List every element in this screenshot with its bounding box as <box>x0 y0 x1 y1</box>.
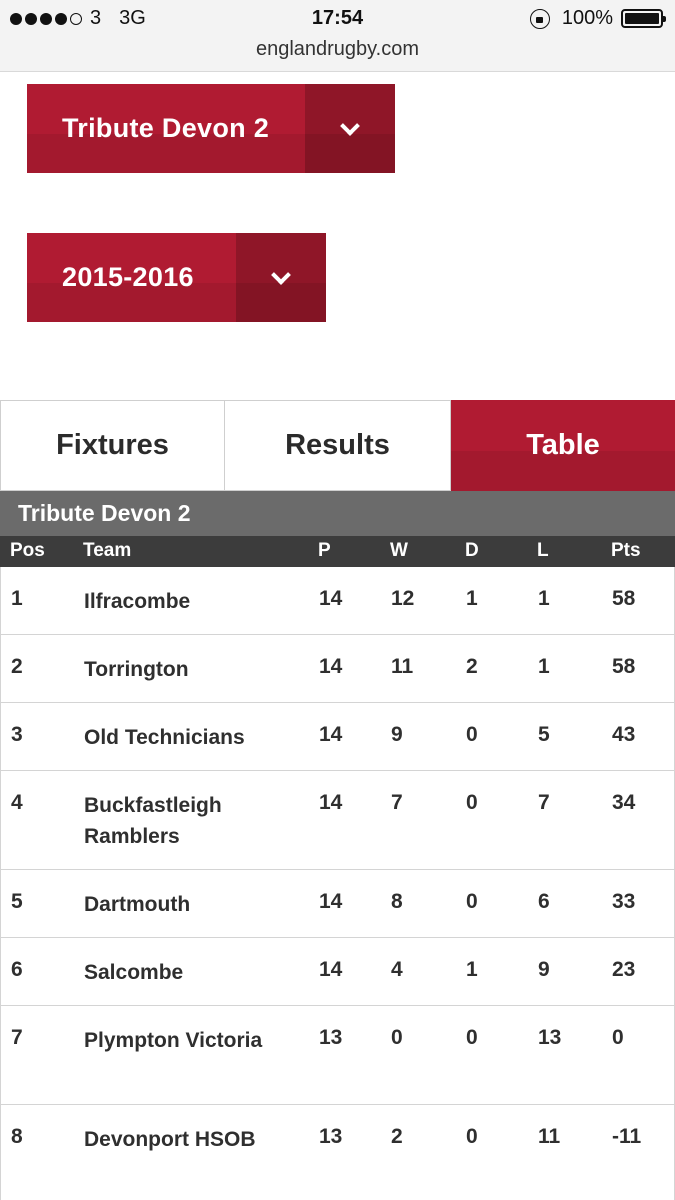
chevron-down-icon <box>340 115 360 136</box>
chevron-down-icon <box>271 264 291 285</box>
season-dropdown-value: 2015-2016 <box>62 262 194 292</box>
league-dropdown-value: Tribute Devon 2 <box>62 113 270 143</box>
tab-results[interactable]: Results <box>225 400 451 491</box>
header-points: Pts <box>611 540 641 561</box>
status-bar: 3 3G 17:54 100% englandrugby.com <box>0 0 675 72</box>
cell-points: 23 <box>612 958 636 981</box>
cell-lost: 11 <box>538 1125 561 1148</box>
cell-played: 13 <box>319 1125 343 1148</box>
cell-pos: 7 <box>11 1026 23 1049</box>
cell-pos: 6 <box>11 958 23 981</box>
cell-lost: 5 <box>538 723 550 746</box>
header-won: W <box>390 540 408 561</box>
cell-team: Dartmouth <box>84 893 191 916</box>
cell-won: 0 <box>391 1026 403 1049</box>
cell-drawn: 0 <box>466 723 478 746</box>
table-row: 1 Ilfracombe 14 12 1 1 58 <box>0 567 675 635</box>
cell-points: 43 <box>612 723 636 746</box>
cell-lost: 7 <box>538 791 550 814</box>
cell-pos: 8 <box>11 1125 23 1148</box>
header-pos: Pos <box>10 540 45 561</box>
cell-won: 4 <box>391 958 403 981</box>
cell-points: 58 <box>612 587 636 610</box>
league-title: Tribute Devon 2 <box>18 500 191 526</box>
tab-table[interactable]: Table <box>451 400 675 491</box>
cell-won: 8 <box>391 890 403 913</box>
cell-team: Buckfastleigh Ramblers <box>84 794 222 848</box>
cell-drawn: 0 <box>466 791 478 814</box>
cell-pos: 2 <box>11 655 23 678</box>
league-title-bar: Tribute Devon 2 <box>0 491 675 536</box>
league-dropdown-toggle[interactable] <box>305 84 395 173</box>
url-bar[interactable]: englandrugby.com <box>0 38 675 61</box>
cell-team: Old Technicians <box>84 726 245 749</box>
cell-won: 9 <box>391 723 403 746</box>
cell-won: 2 <box>391 1125 403 1148</box>
cell-points: -11 <box>612 1125 642 1148</box>
table-row: 3 Old Technicians 14 9 0 5 43 <box>0 703 675 771</box>
cell-played: 13 <box>319 1026 343 1049</box>
cell-drawn: 0 <box>466 1125 478 1148</box>
cell-lost: 13 <box>538 1026 562 1049</box>
table-row: 8 Devonport HSOB 13 2 0 11 -11 <box>0 1105 675 1200</box>
cell-played: 14 <box>319 890 343 913</box>
cell-drawn: 0 <box>466 890 478 913</box>
cell-won: 12 <box>391 587 415 610</box>
tab-results-label: Results <box>285 429 390 461</box>
cell-lost: 6 <box>538 890 550 913</box>
cell-points: 33 <box>612 890 636 913</box>
cell-played: 14 <box>319 723 343 746</box>
cell-pos: 4 <box>11 791 23 814</box>
header-played: P <box>318 540 331 561</box>
cell-played: 14 <box>319 655 343 678</box>
status-right: 100% <box>529 7 666 30</box>
table-row: 2 Torrington 14 11 2 1 58 <box>0 635 675 703</box>
tab-fixtures[interactable]: Fixtures <box>0 400 225 491</box>
cell-drawn: 0 <box>466 1026 478 1049</box>
cell-team: Salcombe <box>84 961 184 984</box>
cell-lost: 9 <box>538 958 550 981</box>
cell-team: Ilfracombe <box>84 590 191 613</box>
season-dropdown-label: 2015-2016 <box>27 233 236 322</box>
header-team: Team <box>83 540 132 561</box>
tab-table-label: Table <box>526 429 600 461</box>
table-row: 5 Dartmouth 14 8 0 6 33 <box>0 870 675 938</box>
cell-pos: 5 <box>11 890 23 913</box>
cell-team: Torrington <box>84 658 189 681</box>
table-row: 4 Buckfastleigh Ramblers 14 7 0 7 34 <box>0 771 675 870</box>
cell-team: Plympton Victoria <box>84 1029 263 1052</box>
cell-lost: 1 <box>538 587 550 610</box>
season-dropdown-toggle[interactable] <box>236 233 326 322</box>
header-drawn: D <box>465 540 479 561</box>
league-dropdown[interactable]: Tribute Devon 2 <box>27 84 395 173</box>
cell-drawn: 1 <box>466 587 478 610</box>
cell-played: 14 <box>319 587 343 610</box>
cell-pos: 1 <box>11 587 23 610</box>
cell-team: Devonport HSOB <box>84 1128 256 1151</box>
table-row: 6 Salcombe 14 4 1 9 23 <box>0 938 675 1006</box>
cell-pos: 3 <box>11 723 23 746</box>
season-dropdown[interactable]: 2015-2016 <box>27 233 326 322</box>
cell-points: 58 <box>612 655 636 678</box>
cell-drawn: 2 <box>466 655 478 678</box>
cell-drawn: 1 <box>466 958 478 981</box>
league-dropdown-label: Tribute Devon 2 <box>27 84 305 173</box>
cell-won: 7 <box>391 791 403 814</box>
table-row: 7 Plympton Victoria 13 0 0 13 0 <box>0 1006 675 1105</box>
battery-percent: 100% <box>561 7 613 29</box>
cell-played: 14 <box>319 791 343 814</box>
tab-fixtures-label: Fixtures <box>56 429 169 461</box>
table-header: Pos Team P W D L Pts <box>0 536 675 567</box>
cell-played: 14 <box>319 958 343 981</box>
cell-points: 0 <box>612 1026 624 1049</box>
tab-bar: Fixtures Results Table <box>0 400 675 491</box>
cell-won: 11 <box>391 655 414 678</box>
battery-icon <box>621 9 666 28</box>
rotation-lock-icon <box>529 8 550 29</box>
cell-points: 34 <box>612 791 636 814</box>
standings-table: 1 Ilfracombe 14 12 1 1 58 2 Torrington 1… <box>0 567 675 1200</box>
cell-lost: 1 <box>538 655 550 678</box>
header-lost: L <box>537 540 549 561</box>
